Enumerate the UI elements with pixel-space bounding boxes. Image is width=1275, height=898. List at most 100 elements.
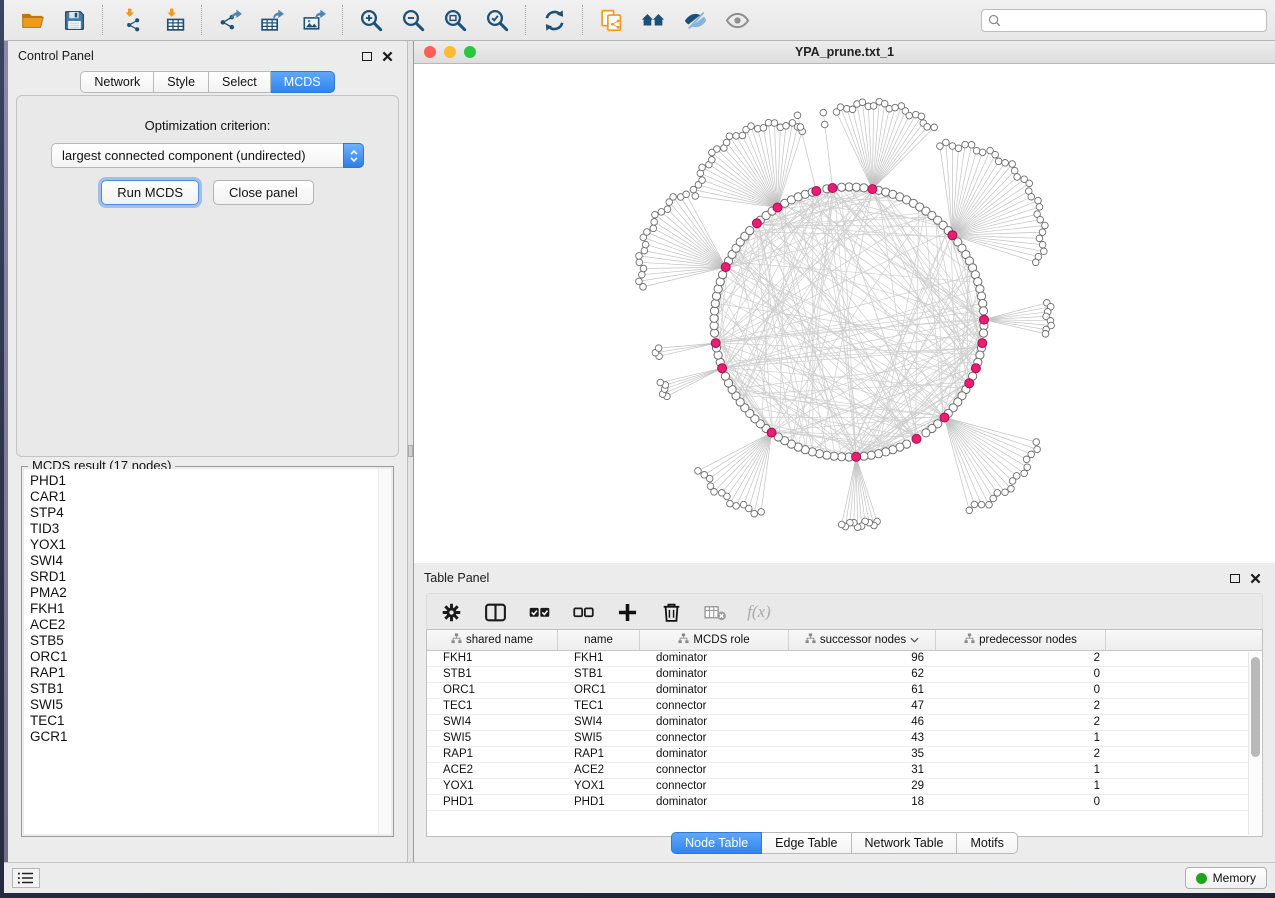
mcds-result-item[interactable]: FKH1: [30, 601, 391, 617]
table-row[interactable]: PHD1PHD1dominator180: [427, 795, 1262, 811]
cell-predecessor_nodes: 2: [936, 651, 1106, 666]
export-table-icon[interactable]: [256, 4, 288, 36]
float-table-panel-icon[interactable]: [1225, 568, 1245, 588]
table-row[interactable]: FKH1FKH1dominator962: [427, 651, 1262, 667]
panels-menu-icon[interactable]: [12, 868, 40, 888]
import-network-icon[interactable]: [115, 4, 147, 36]
zoom-in-icon[interactable]: [355, 4, 387, 36]
table-row[interactable]: ORC1ORC1dominator610: [427, 683, 1262, 699]
mcds-result-item[interactable]: YOX1: [30, 537, 391, 553]
cell-shared_name: ACE2: [427, 763, 558, 778]
criterion-dropdown-value: largest connected component (undirected): [62, 148, 306, 163]
delete-columns-icon[interactable]: [657, 598, 685, 626]
tab-network-table[interactable]: Network Table: [852, 832, 958, 854]
cell-successor_nodes: 31: [789, 763, 936, 778]
table-settings-icon[interactable]: [437, 598, 465, 626]
column-header-predecessor-nodes[interactable]: predecessor nodes: [936, 630, 1106, 650]
table-row[interactable]: SWI5SWI5connector431: [427, 731, 1262, 747]
column-header-MCDS-role[interactable]: MCDS role: [640, 630, 789, 650]
first-neighbors-icon[interactable]: [637, 4, 669, 36]
table-scrollbar-thumb[interactable]: [1251, 657, 1260, 757]
minimize-window-icon[interactable]: [444, 46, 456, 58]
mcds-result-item[interactable]: TID3: [30, 521, 391, 537]
select-all-icon[interactable]: [525, 598, 553, 626]
table-row[interactable]: SWI4SWI4dominator462: [427, 715, 1262, 731]
vertical-splitter[interactable]: [407, 41, 414, 862]
mcds-result-item[interactable]: STB5: [30, 633, 391, 649]
close-panel-button[interactable]: Close panel: [213, 180, 314, 205]
tab-motifs[interactable]: Motifs: [957, 832, 1017, 854]
import-table-icon[interactable]: [157, 4, 189, 36]
tab-select[interactable]: Select: [209, 71, 271, 93]
mcds-result-item[interactable]: SWI4: [30, 553, 391, 569]
tab-style[interactable]: Style: [154, 71, 209, 93]
mcds-result-item[interactable]: TEC1: [30, 713, 391, 729]
mcds-result-item[interactable]: ORC1: [30, 649, 391, 665]
close-panel-icon[interactable]: [377, 46, 397, 66]
mcds-result-item[interactable]: STB1: [30, 681, 391, 697]
mcds-result-item[interactable]: STP4: [30, 505, 391, 521]
tab-network[interactable]: Network: [80, 71, 154, 93]
criterion-dropdown[interactable]: largest connected component (undirected): [51, 143, 364, 168]
mcds-result-item[interactable]: SRD1: [30, 569, 391, 585]
mcds-result-item[interactable]: PHD1: [30, 473, 391, 489]
cell-name: SWI4: [558, 715, 640, 730]
close-window-icon[interactable]: [424, 46, 436, 58]
run-mcds-button[interactable]: Run MCDS: [101, 180, 199, 205]
mcds-list-scrollbar[interactable]: [378, 469, 391, 834]
mcds-result-item[interactable]: RAP1: [30, 665, 391, 681]
cell-mcds_role: dominator: [640, 651, 789, 666]
toolbar-group: [4, 5, 103, 35]
deselect-all-icon[interactable]: [569, 598, 597, 626]
table-row[interactable]: TEC1TEC1connector472: [427, 699, 1262, 715]
close-table-panel-icon[interactable]: [1245, 568, 1265, 588]
float-panel-icon[interactable]: [357, 46, 377, 66]
cell-shared_name: ORC1: [427, 683, 558, 698]
zoom-selected-icon[interactable]: [481, 4, 513, 36]
network-window-titlebar[interactable]: YPA_prune.txt_1: [414, 41, 1275, 64]
splitter-grip[interactable]: [408, 445, 413, 457]
new-column-icon[interactable]: [613, 598, 641, 626]
tab-node-table[interactable]: Node Table: [671, 832, 762, 854]
mcds-panel: Optimization criterion: largest connecte…: [16, 95, 399, 457]
open-session-icon[interactable]: [16, 4, 48, 36]
zoom-fit-icon[interactable]: [439, 4, 471, 36]
mcds-result-item[interactable]: CAR1: [30, 489, 391, 505]
maximize-window-icon[interactable]: [464, 46, 476, 58]
table-row[interactable]: ACE2ACE2connector311: [427, 763, 1262, 779]
cell-mcds_role: dominator: [640, 795, 789, 810]
cell-mcds_role: connector: [640, 699, 789, 714]
cell-name: RAP1: [558, 747, 640, 762]
new-network-from-selection-icon[interactable]: [595, 4, 627, 36]
cell-successor_nodes: 35: [789, 747, 936, 762]
cell-predecessor_nodes: 2: [936, 747, 1106, 762]
toolbar-group: [202, 5, 343, 35]
table-row[interactable]: STB1STB1dominator620: [427, 667, 1262, 683]
table-row[interactable]: RAP1RAP1dominator352: [427, 747, 1262, 763]
memory-button[interactable]: Memory: [1185, 867, 1267, 889]
table-scrollbar[interactable]: [1248, 652, 1261, 835]
hide-selected-icon[interactable]: [679, 4, 711, 36]
tab-mcds[interactable]: MCDS: [271, 71, 335, 93]
tree-icon: [678, 633, 689, 647]
export-network-icon[interactable]: [214, 4, 246, 36]
mcds-result-item[interactable]: ACE2: [30, 617, 391, 633]
save-session-icon[interactable]: [58, 4, 90, 36]
mcds-result-item[interactable]: SWI5: [30, 697, 391, 713]
mcds-result-list[interactable]: PHD1CAR1STP4TID3YOX1SWI4SRD1PMA2FKH1ACE2…: [24, 469, 391, 834]
control-panel: Control Panel NetworkStyleSelectMCDS Opt…: [8, 41, 407, 862]
search-input[interactable]: [981, 9, 1267, 32]
column-header-successor-nodes[interactable]: successor nodes: [789, 630, 936, 650]
toggle-columns-icon[interactable]: [481, 598, 509, 626]
zoom-out-icon[interactable]: [397, 4, 429, 36]
refresh-view-icon[interactable]: [538, 4, 570, 36]
mcds-result-item[interactable]: PMA2: [30, 585, 391, 601]
export-image-icon[interactable]: [298, 4, 330, 36]
tab-edge-table[interactable]: Edge Table: [762, 832, 851, 854]
table-row[interactable]: YOX1YOX1connector291: [427, 779, 1262, 795]
column-header-shared-name[interactable]: shared name: [427, 630, 558, 650]
network-canvas[interactable]: [414, 64, 1275, 563]
cell-mcds_role: dominator: [640, 667, 789, 682]
column-header-name[interactable]: name: [558, 630, 640, 650]
mcds-result-item[interactable]: GCR1: [30, 729, 391, 745]
